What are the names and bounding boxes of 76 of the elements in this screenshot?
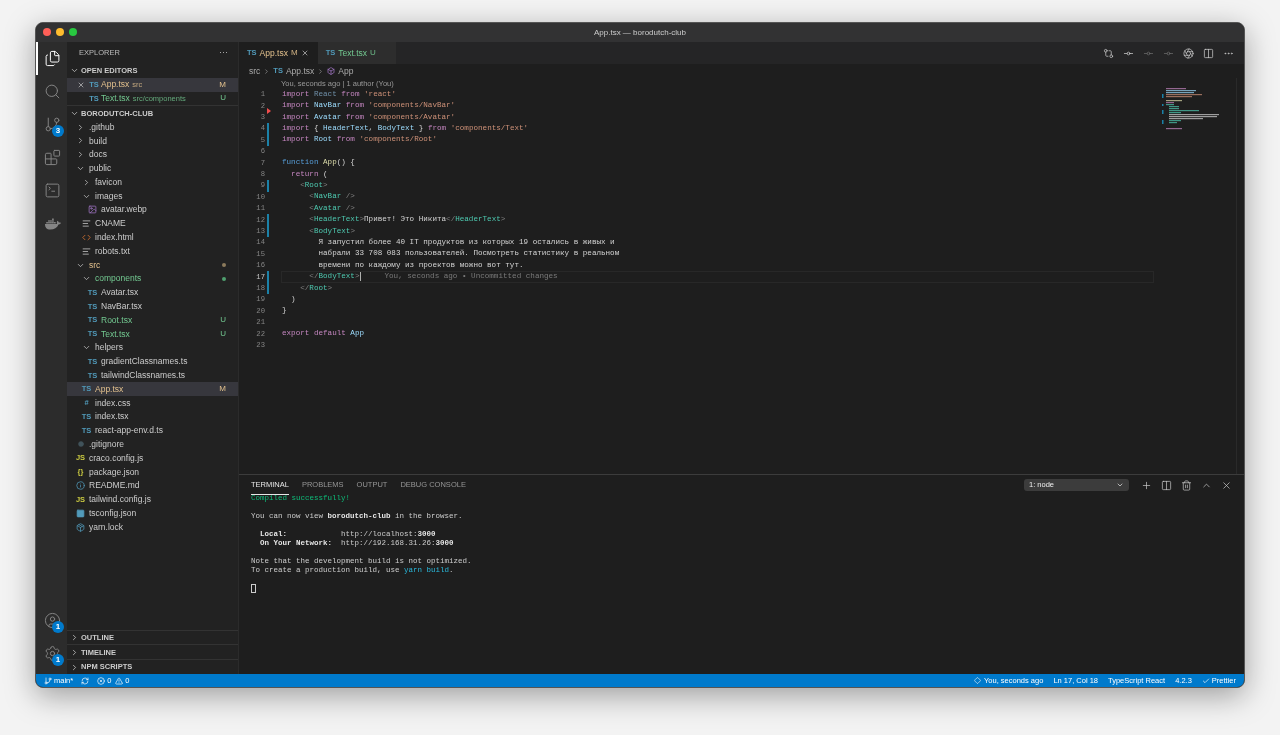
git-status-label: U: [220, 328, 226, 341]
window-title: App.tsx — borodutch-club: [593, 26, 686, 39]
file-tree-item[interactable]: avatar.webp: [67, 202, 238, 217]
file-name: Text.tsx: [101, 92, 130, 105]
lines-icon: [82, 219, 91, 229]
close-icon[interactable]: [300, 49, 309, 57]
breadcrumb-item[interactable]: App: [327, 64, 354, 78]
search-icon: [44, 83, 61, 100]
git-status-label: M: [219, 78, 226, 91]
minimap-drawing: [1162, 88, 1222, 132]
error-icon: [97, 676, 106, 685]
close-icon[interactable]: [1221, 479, 1232, 491]
trash-icon[interactable]: [1181, 479, 1192, 491]
warning-icon: [115, 676, 124, 685]
image-icon: [88, 205, 97, 215]
file-tree-item[interactable]: README.md: [67, 478, 238, 493]
file-tree-item[interactable]: yarn.lock: [67, 520, 238, 535]
file-tree-item[interactable]: docs: [67, 147, 238, 162]
terminal-icon: [44, 182, 61, 199]
chevron-down-icon: [1116, 481, 1124, 489]
text-cursor: [359, 272, 361, 282]
breadcrumb-item[interactable]: src: [249, 64, 261, 78]
count-badge: 1: [52, 621, 64, 633]
diamond-icon: [974, 677, 982, 684]
whale-icon: [44, 215, 61, 232]
file-tree-item[interactable]: components: [67, 271, 238, 286]
branch-icon: [44, 676, 52, 685]
file-tree-item[interactable]: src: [67, 258, 238, 272]
blocks-icon: [44, 149, 61, 166]
file-tree-item[interactable]: index.html: [67, 230, 238, 245]
file-tree-item[interactable]: images: [67, 189, 238, 203]
more-actions-button[interactable]: ···: [219, 46, 228, 60]
file-tree-item[interactable]: build: [67, 134, 238, 148]
chevron-right-icon: [263, 67, 271, 75]
sync-icon[interactable]: [81, 676, 90, 685]
close-window-icon[interactable]: [43, 28, 51, 36]
terminal-cursor: [251, 584, 256, 593]
code-icon: [82, 232, 91, 242]
file-tree-item[interactable]: robots.txt: [67, 244, 238, 259]
chevron-right-icon: [82, 177, 91, 187]
check-icon: [1201, 676, 1210, 685]
split-terminal-icon[interactable]: [1161, 479, 1172, 491]
count-badge: 1: [52, 654, 64, 666]
zoom-window-icon[interactable]: [69, 28, 77, 36]
count-badge: 3: [52, 125, 64, 137]
file-tree-item[interactable]: CNAME: [67, 216, 238, 231]
account-icon: [44, 612, 61, 629]
plus-icon[interactable]: [1141, 479, 1152, 491]
file-tree-item[interactable]: favicon: [67, 175, 238, 190]
square-icon: [76, 508, 85, 518]
split-editor-icon[interactable]: [1203, 47, 1214, 59]
cube-icon: [327, 67, 336, 75]
activity-bar-item[interactable]: 1: [36, 637, 67, 670]
file-tree-item[interactable]: helpers: [67, 340, 238, 355]
git-status-label: U: [220, 314, 226, 327]
git-status-label: M: [219, 383, 226, 396]
circle-icon: [77, 441, 84, 448]
package-icon: [76, 522, 85, 532]
files-icon: [44, 50, 61, 67]
aperture-icon[interactable]: [1183, 47, 1194, 59]
file-tree-item[interactable]: tsconfig.json: [67, 506, 238, 521]
activity-bar-item[interactable]: 1: [36, 604, 67, 637]
settings-icon: [44, 645, 61, 662]
lines-icon: [82, 246, 91, 256]
file-tree-item[interactable]: .gitignore: [67, 437, 238, 452]
activity-bar-item[interactable]: 3: [36, 108, 67, 141]
close-icon[interactable]: [77, 80, 85, 89]
chevron-right-icon: [317, 67, 325, 75]
minimize-window-icon[interactable]: [56, 28, 64, 36]
file-name: App.tsx: [101, 78, 130, 92]
branch-icon: [44, 116, 61, 133]
info-icon: [76, 481, 85, 491]
file-tree-item[interactable]: public: [67, 161, 238, 176]
file-tree-item[interactable]: .github: [67, 120, 238, 134]
git-status-label: U: [220, 92, 226, 105]
compare-icon[interactable]: [1103, 47, 1114, 59]
